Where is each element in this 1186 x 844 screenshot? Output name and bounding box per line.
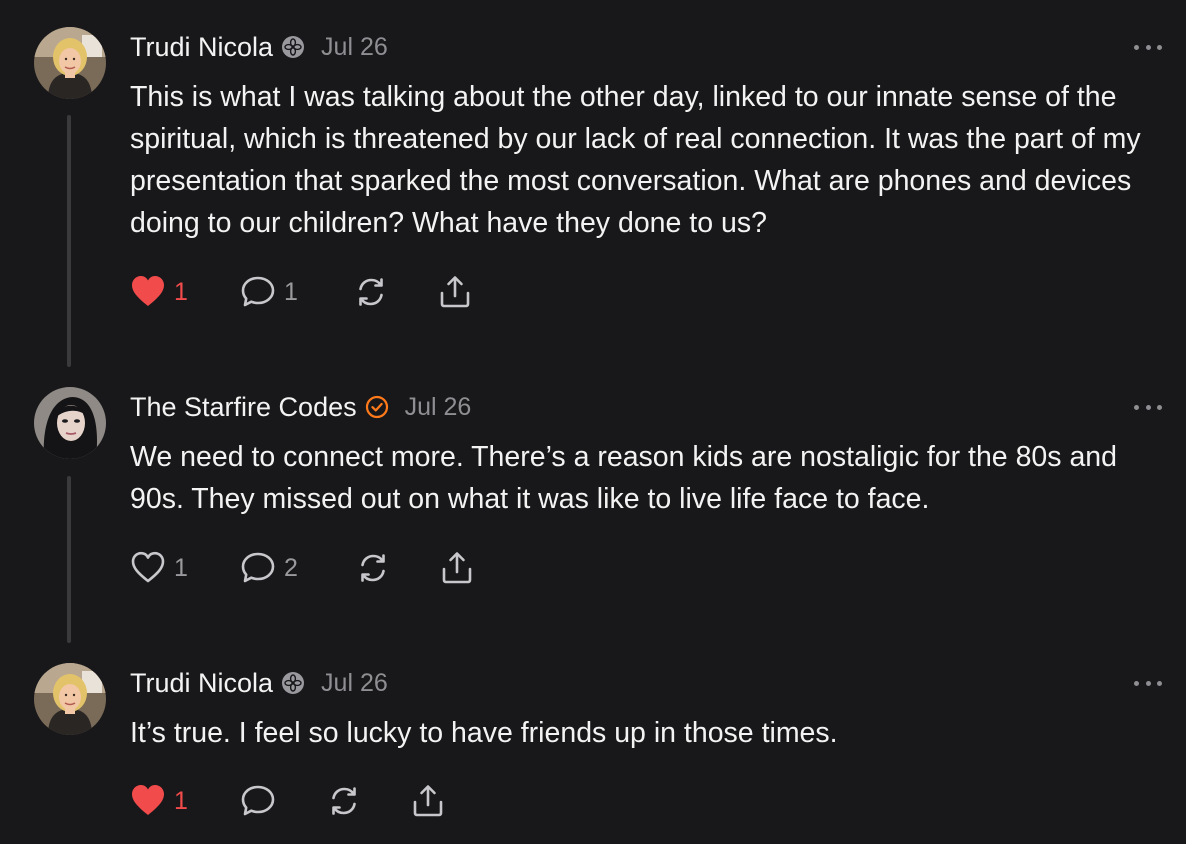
more-options-icon[interactable] bbox=[1134, 397, 1162, 417]
speech-bubble-icon bbox=[240, 274, 276, 310]
post-header: Trudi Nicola Jul 26 bbox=[130, 663, 388, 703]
repost-icon bbox=[353, 274, 389, 310]
like-count: 1 bbox=[174, 786, 188, 815]
heart-filled-icon bbox=[130, 274, 166, 310]
avatar[interactable] bbox=[34, 27, 106, 99]
more-options-icon[interactable] bbox=[1134, 37, 1162, 57]
avatar-trudi-image bbox=[34, 663, 106, 735]
avatar-starfire-image bbox=[34, 387, 106, 459]
share-button[interactable] bbox=[439, 548, 475, 588]
thread-line bbox=[67, 115, 71, 367]
like-button[interactable]: 1 bbox=[130, 781, 240, 821]
verified-check-icon bbox=[365, 395, 389, 419]
post-actions: 1 1 bbox=[130, 272, 473, 312]
post-actions: 1 bbox=[130, 781, 446, 821]
post-text: It’s true. I feel so lucky to have frien… bbox=[130, 717, 838, 749]
like-count: 1 bbox=[174, 553, 188, 582]
post-header: The Starfire Codes Jul 26 bbox=[130, 387, 471, 427]
thread-line bbox=[67, 476, 71, 643]
reply-button[interactable]: 1 bbox=[240, 272, 353, 312]
author-name[interactable]: Trudi Nicola bbox=[130, 32, 273, 63]
speech-bubble-icon bbox=[240, 783, 276, 819]
repost-button[interactable] bbox=[353, 272, 437, 312]
post-date[interactable]: Jul 26 bbox=[321, 669, 388, 698]
post-text: We need to connect more. There’s a reaso… bbox=[130, 441, 1117, 515]
author-name[interactable]: Trudi Nicola bbox=[130, 668, 273, 699]
reply-count: 1 bbox=[284, 277, 298, 306]
more-options-icon[interactable] bbox=[1134, 673, 1162, 693]
speech-bubble-icon bbox=[240, 550, 276, 586]
flower-badge-icon bbox=[281, 35, 305, 59]
heart-filled-icon bbox=[130, 783, 166, 819]
repost-icon bbox=[326, 783, 362, 819]
post-text: This is what I was talking about the oth… bbox=[130, 81, 1141, 239]
share-icon bbox=[437, 274, 473, 310]
flower-badge-icon bbox=[281, 671, 305, 695]
reply-count: 2 bbox=[284, 553, 298, 582]
avatar[interactable] bbox=[34, 387, 106, 459]
post-date[interactable]: Jul 26 bbox=[405, 393, 472, 422]
like-count: 1 bbox=[174, 277, 188, 306]
repost-button[interactable] bbox=[355, 548, 439, 588]
author-name[interactable]: The Starfire Codes bbox=[130, 392, 357, 423]
heart-outline-icon bbox=[130, 550, 166, 586]
share-icon bbox=[410, 783, 446, 819]
reply-button[interactable]: 2 bbox=[240, 548, 355, 588]
avatar-trudi-image bbox=[34, 27, 106, 99]
avatar[interactable] bbox=[34, 663, 106, 735]
post-actions: 1 2 bbox=[130, 548, 475, 588]
post-header: Trudi Nicola Jul 26 bbox=[130, 27, 388, 67]
reply-button[interactable] bbox=[240, 781, 326, 821]
share-button[interactable] bbox=[437, 272, 473, 312]
share-icon bbox=[439, 550, 475, 586]
share-button[interactable] bbox=[410, 781, 446, 821]
post-date[interactable]: Jul 26 bbox=[321, 33, 388, 62]
like-button[interactable]: 1 bbox=[130, 272, 240, 312]
repost-icon bbox=[355, 550, 391, 586]
repost-button[interactable] bbox=[326, 781, 410, 821]
like-button[interactable]: 1 bbox=[130, 548, 240, 588]
